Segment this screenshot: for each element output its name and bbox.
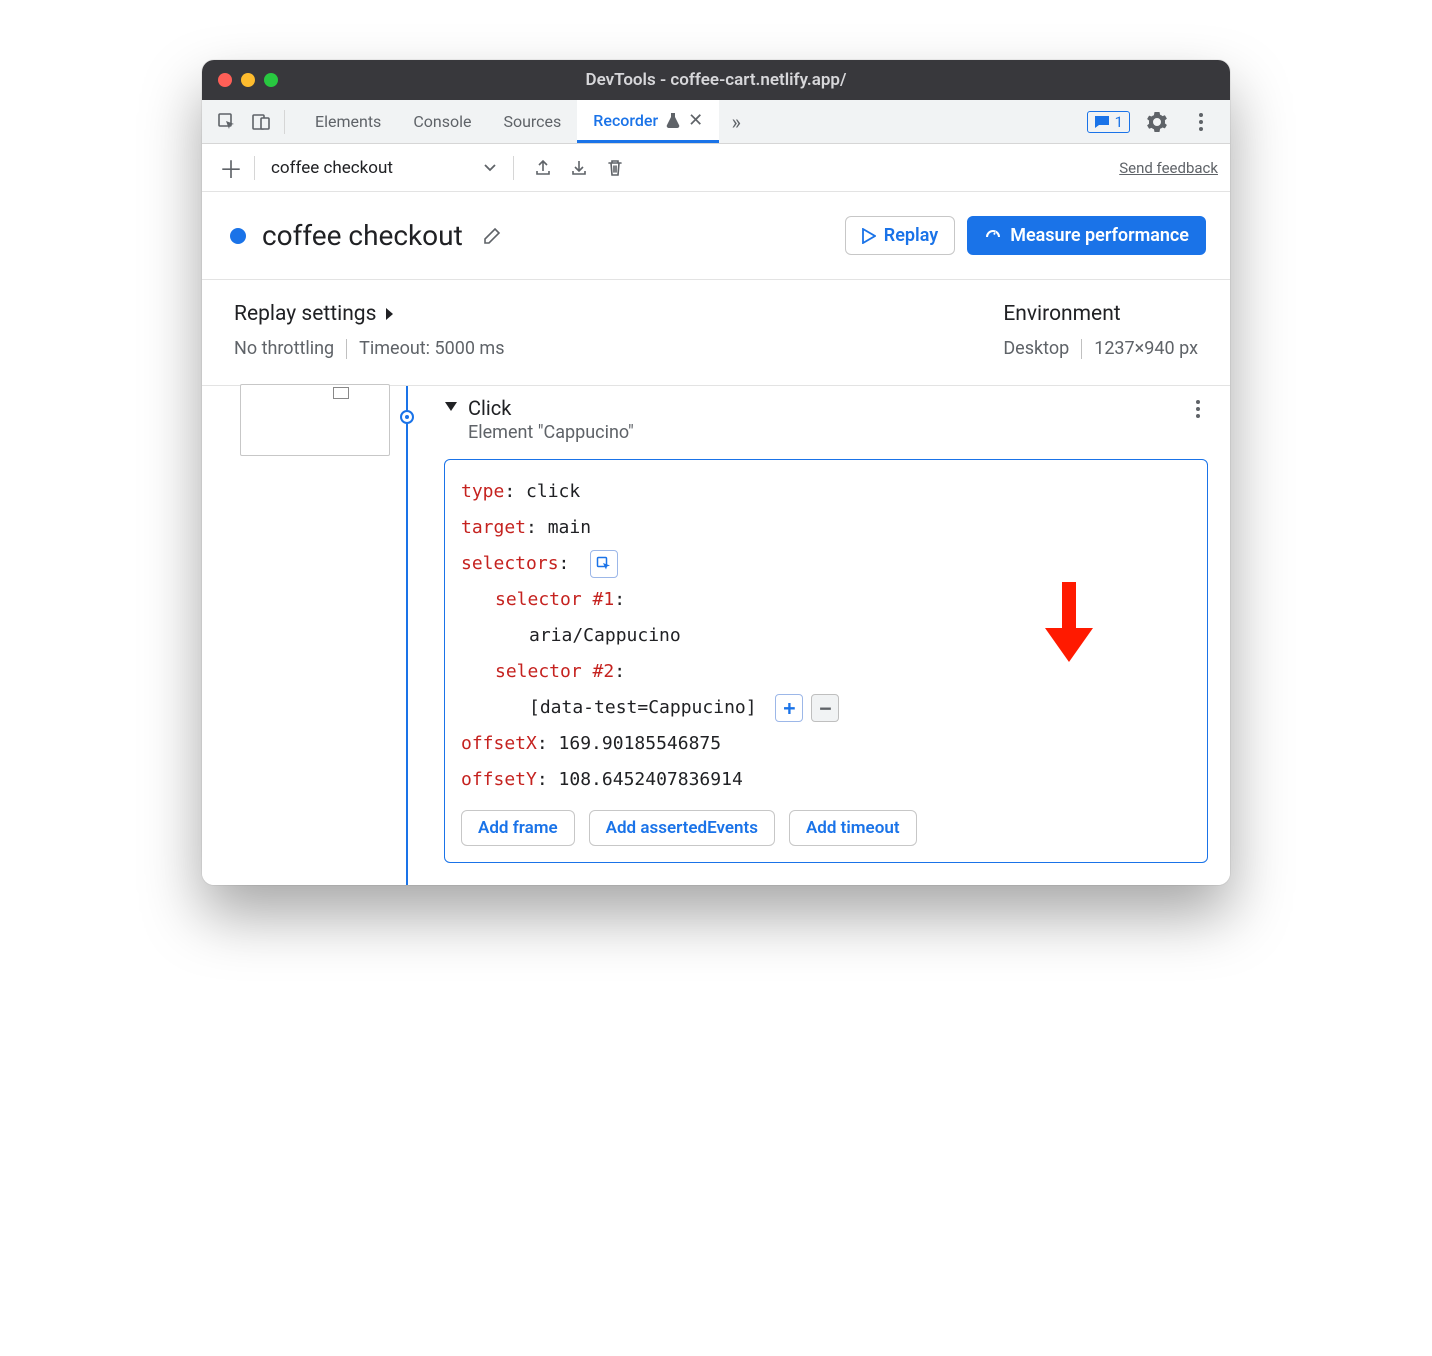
thumbnail-marker — [333, 387, 349, 399]
selector-value[interactable]: [data-test=Cappucino] — [529, 697, 757, 718]
prop-key: selector #2 — [495, 661, 614, 682]
recording-select[interactable]: coffee checkout — [261, 158, 507, 178]
new-recording-icon[interactable]: ＋ — [214, 151, 248, 185]
issues-count: 1 — [1115, 113, 1123, 131]
import-icon[interactable] — [562, 151, 596, 185]
step-menu-icon[interactable] — [1188, 396, 1208, 422]
prop-key: offsetY — [461, 769, 537, 790]
play-icon — [862, 228, 876, 244]
tab-label: Sources — [503, 112, 561, 131]
device-toolbar-icon[interactable] — [244, 105, 278, 139]
caret-right-icon — [384, 307, 394, 321]
step-thumbnail — [240, 384, 390, 456]
add-frame-button[interactable]: Add frame — [461, 810, 575, 846]
caret-down-icon[interactable] — [444, 401, 458, 413]
prop-key: type — [461, 481, 504, 502]
tab-console[interactable]: Console — [397, 100, 487, 143]
button-label: Measure performance — [1010, 225, 1189, 246]
send-feedback-link[interactable]: Send feedback — [1119, 159, 1218, 177]
recorder-toolbar: ＋ coffee checkout Send feedback — [202, 144, 1230, 192]
settings-gear-icon[interactable] — [1140, 105, 1174, 139]
add-selector-button[interactable]: + — [775, 694, 803, 722]
measure-performance-button[interactable]: Measure performance — [967, 216, 1206, 255]
close-window-button[interactable] — [218, 73, 232, 87]
issues-chip[interactable]: 1 — [1087, 111, 1130, 133]
step-subtitle: Element "Cappucino" — [468, 422, 634, 443]
selector-value[interactable]: aria/Cappucino — [529, 625, 681, 646]
dimensions-value: 1237×940 px — [1094, 338, 1198, 359]
replay-button[interactable]: Replay — [845, 216, 955, 255]
minimize-window-button[interactable] — [241, 73, 255, 87]
prop-value[interactable]: 108.6452407836914 — [559, 769, 743, 790]
tab-elements[interactable]: Elements — [299, 100, 397, 143]
prop-key: offsetX — [461, 733, 537, 754]
window-title: DevTools - coffee-cart.netlify.app/ — [202, 70, 1230, 90]
step-editor-box: type: click target: main selectors: sele… — [444, 459, 1208, 863]
replay-settings-heading[interactable]: Replay settings — [234, 302, 505, 326]
add-asserted-events-button[interactable]: Add assertedEvents — [589, 810, 775, 846]
recording-title: coffee checkout — [262, 219, 463, 252]
timeout-value: Timeout: 5000 ms — [359, 338, 504, 359]
element-picker-icon[interactable] — [590, 550, 618, 578]
tab-recorder[interactable]: Recorder ✕ — [577, 100, 719, 143]
divider — [346, 339, 347, 359]
tab-label: Console — [413, 112, 471, 131]
button-label: Replay — [884, 225, 938, 246]
more-tabs-icon[interactable]: » — [719, 105, 753, 139]
settings-row: Replay settings No throttling Timeout: 5… — [202, 280, 1230, 386]
delete-icon[interactable] — [598, 151, 632, 185]
prop-key: target — [461, 517, 526, 538]
traffic-lights — [202, 73, 278, 87]
inspect-element-icon[interactable] — [210, 105, 244, 139]
step-name: Click — [468, 396, 634, 420]
edit-title-icon[interactable] — [475, 219, 509, 253]
tab-label: Recorder — [593, 111, 658, 130]
steps-panel: Click Element "Cappucino" type: click ta… — [202, 386, 1230, 885]
divider — [254, 156, 255, 180]
flask-icon — [666, 112, 680, 128]
devtools-tabstrip: Elements Console Sources Recorder ✕ » 1 — [202, 100, 1230, 144]
export-icon[interactable] — [526, 151, 560, 185]
tab-label: Elements — [315, 112, 381, 131]
tab-sources[interactable]: Sources — [487, 100, 577, 143]
chevron-down-icon — [483, 163, 497, 173]
thumbnail-column — [202, 386, 402, 863]
recording-header: coffee checkout Replay Measure performan… — [202, 192, 1230, 280]
divider — [1081, 339, 1082, 359]
chat-icon — [1094, 115, 1110, 129]
prop-key: selectors — [461, 553, 559, 574]
prop-key: selector #1 — [495, 589, 614, 610]
step-details: Click Element "Cappucino" type: click ta… — [402, 386, 1230, 863]
throttling-value: No throttling — [234, 338, 334, 359]
heading-label: Replay settings — [234, 302, 376, 326]
window-titlebar: DevTools - coffee-cart.netlify.app/ — [202, 60, 1230, 100]
prop-value[interactable]: click — [526, 481, 580, 502]
close-tab-icon[interactable]: ✕ — [688, 110, 703, 131]
add-timeout-button[interactable]: Add timeout — [789, 810, 917, 846]
gauge-icon — [984, 227, 1002, 245]
remove-selector-button[interactable]: − — [811, 694, 839, 722]
divider — [284, 110, 285, 134]
more-menu-icon[interactable] — [1184, 105, 1218, 139]
devtools-window: DevTools - coffee-cart.netlify.app/ Elem… — [202, 60, 1230, 885]
environment-heading: Environment — [1003, 302, 1198, 326]
prop-value[interactable]: main — [548, 517, 591, 538]
recording-status-dot — [230, 228, 246, 244]
device-value: Desktop — [1003, 338, 1069, 359]
zoom-window-button[interactable] — [264, 73, 278, 87]
recording-select-label: coffee checkout — [271, 158, 393, 178]
divider — [513, 156, 514, 180]
prop-value[interactable]: 169.90185546875 — [559, 733, 722, 754]
